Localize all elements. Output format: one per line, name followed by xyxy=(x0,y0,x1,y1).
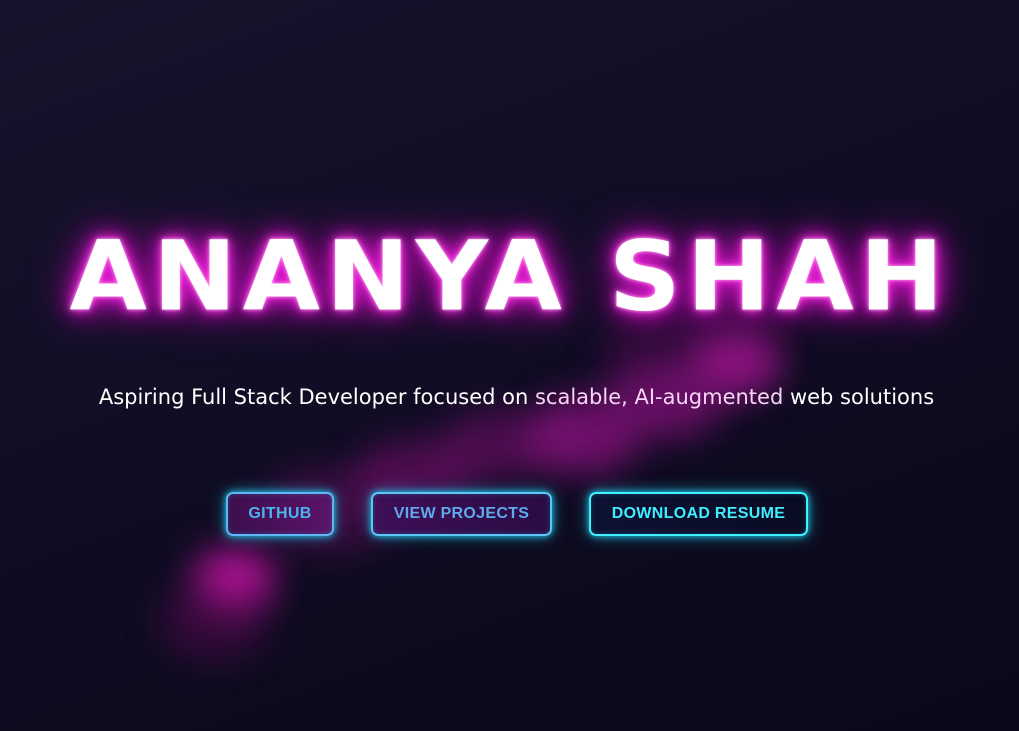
tagline-prefix: Aspiring Full Stack Developer focused on xyxy=(98,385,535,409)
hero-name-heading: ANANYA SHAH xyxy=(69,220,950,333)
hero-section: ANANYA SHAH Aspiring Full Stack Develope… xyxy=(0,0,1019,731)
tagline-suffix: web solutions xyxy=(783,385,935,409)
tagline-highlight: scalable, AI-augmented xyxy=(534,385,784,409)
hero-tagline: Aspiring Full Stack Developer focused on… xyxy=(0,382,1019,412)
view-projects-button[interactable]: VIEW PROJECTS xyxy=(371,492,552,536)
download-resume-button[interactable]: DOWNLOAD RESUME xyxy=(589,492,808,536)
github-button[interactable]: GITHUB xyxy=(226,492,334,536)
